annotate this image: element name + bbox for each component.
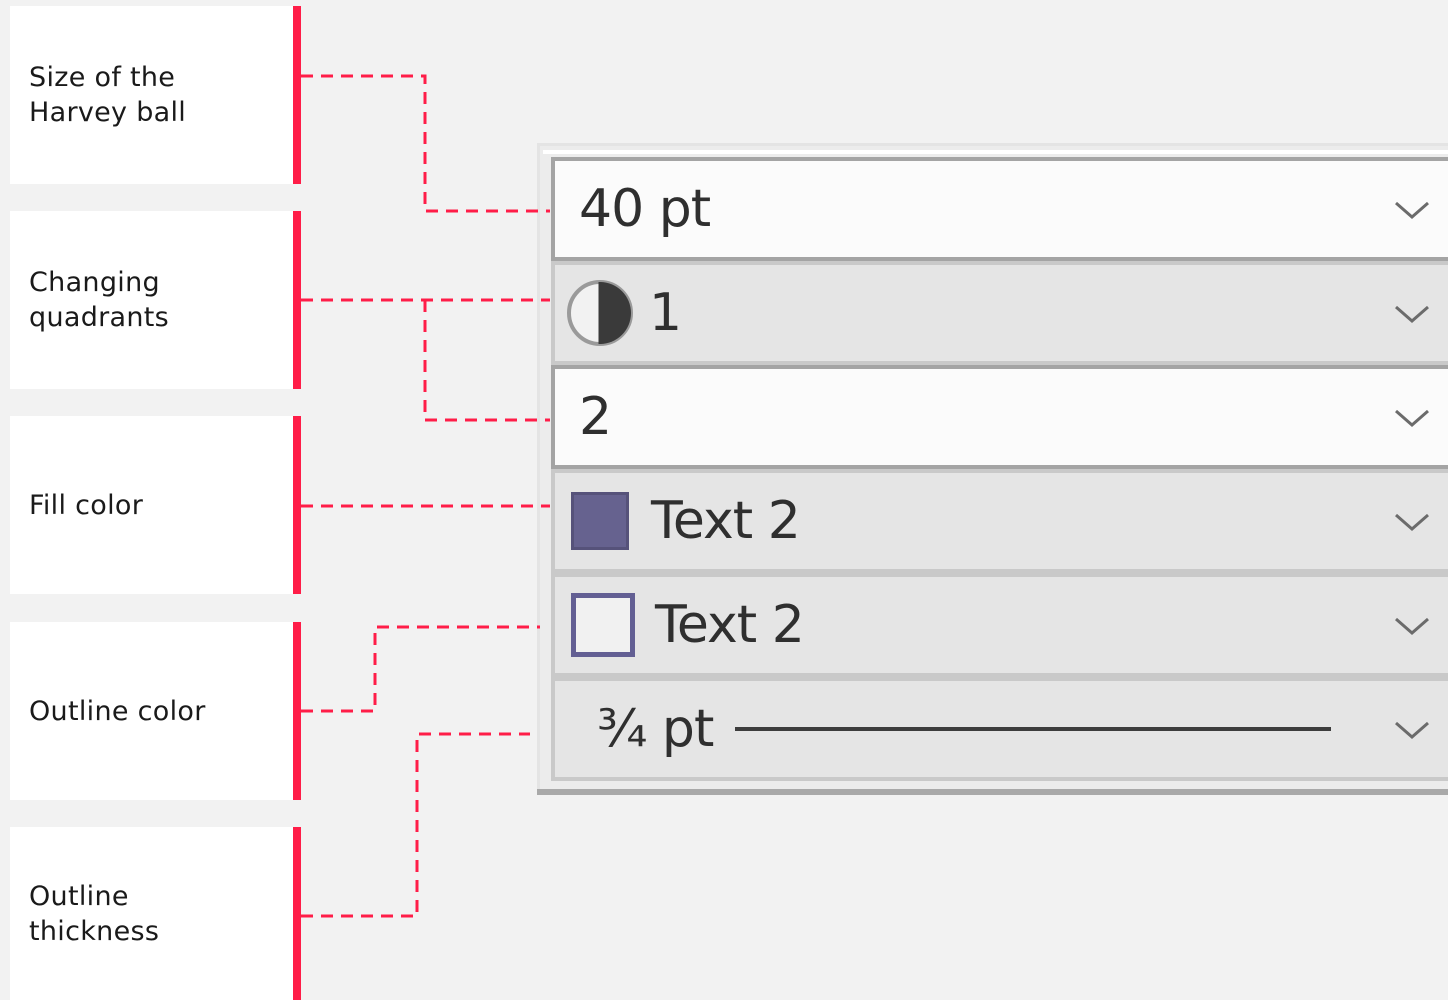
fill-color-dropdown[interactable]: Text 2: [551, 469, 1448, 573]
size-combobox[interactable]: 40 pt: [551, 157, 1448, 261]
panel-shadow: [537, 789, 1448, 795]
fill-color-name: Text 2: [651, 491, 801, 551]
chevron-down-icon[interactable]: [1392, 199, 1432, 223]
outline-color-name: Text 2: [655, 595, 805, 655]
quadrant-value: 1: [649, 283, 682, 343]
connector-size: [301, 74, 550, 213]
fill-color-swatch: [571, 492, 629, 550]
outline-color-swatch: [571, 593, 635, 657]
chevron-down-icon[interactable]: [1392, 615, 1432, 639]
outline-thickness-dropdown[interactable]: ¾ pt: [551, 677, 1448, 781]
callout-connectors: [301, 74, 550, 918]
chevron-down-icon[interactable]: [1392, 407, 1432, 431]
quadrant-total-value: 2: [579, 387, 612, 447]
connector-quadrant-total: [423, 300, 550, 422]
connector-outline-color: [301, 625, 540, 713]
chevron-down-icon[interactable]: [1392, 511, 1432, 535]
thickness-preview-line: [735, 727, 1332, 731]
outline-color-dropdown[interactable]: Text 2: [551, 573, 1448, 677]
connector-outline-thickness: [301, 732, 530, 918]
chevron-down-icon[interactable]: [1392, 303, 1432, 327]
chevron-down-icon[interactable]: [1392, 719, 1432, 743]
thickness-value: ¾ pt: [597, 699, 714, 759]
half-filled-circle-icon: [567, 280, 633, 346]
panel-highlight: [543, 150, 1448, 154]
size-value: 40 pt: [579, 179, 711, 239]
quadrant-total-combobox[interactable]: 2: [551, 365, 1448, 469]
quadrant-dropdown[interactable]: 1: [551, 261, 1448, 365]
